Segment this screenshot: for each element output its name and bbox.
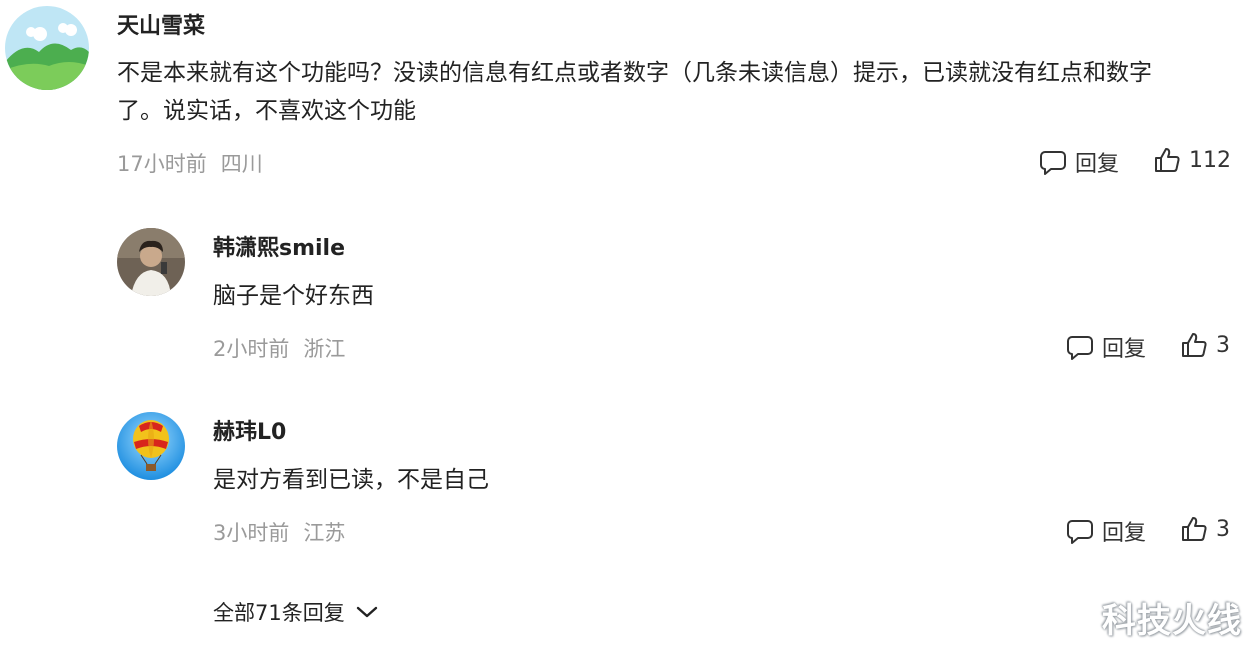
landscape-avatar-icon — [5, 6, 89, 90]
reply-button-label: 回复 — [1075, 152, 1120, 177]
avatar[interactable] — [117, 412, 185, 480]
reply-location: 浙江 — [303, 337, 346, 361]
thumbs-up-icon — [1182, 517, 1207, 541]
reply-username[interactable]: 赫玮L0 — [213, 414, 286, 446]
reply-button[interactable]: 回复 — [1066, 331, 1146, 363]
reply-text: 是对方看到已读，不是自己 — [213, 467, 489, 493]
hot-air-balloon-avatar-icon — [117, 412, 185, 480]
reply-time: 2小时前 — [213, 337, 290, 361]
comment-time: 17小时前 — [117, 152, 207, 176]
chevron-down-icon — [356, 606, 377, 618]
reply-time: 3小时前 — [213, 521, 290, 545]
thumbs-up-icon — [1155, 148, 1180, 172]
reply-button[interactable]: 回复 — [1066, 515, 1146, 547]
show-all-replies-label: 全部71条回复 — [213, 601, 345, 625]
reply-button-label: 回复 — [1102, 337, 1147, 362]
comment-meta: 17小时前 四川 — [117, 148, 263, 178]
comment-location: 四川 — [220, 152, 263, 176]
reply-meta: 2小时前 浙江 — [213, 333, 345, 363]
watermark: 科技火线 — [1102, 601, 1242, 641]
reply-button-label: 回复 — [1102, 521, 1147, 546]
like-count: 3 — [1216, 516, 1230, 542]
reply-meta: 3小时前 江苏 — [213, 517, 345, 547]
avatar[interactable] — [117, 228, 185, 296]
comment-bubble-icon — [1067, 336, 1093, 360]
thumbs-up-icon — [1182, 333, 1207, 357]
like-button[interactable]: 3 — [1180, 515, 1230, 543]
comment-bubble-icon — [1040, 151, 1066, 175]
like-button[interactable]: 112 — [1153, 146, 1231, 174]
avatar[interactable] — [5, 6, 89, 90]
like-count: 112 — [1189, 147, 1231, 173]
comment-text: 不是本来就有这个功能吗？没读的信息有红点或者数字（几条未读信息）提示，已读就没有… — [117, 54, 1242, 130]
reply-username[interactable]: 韩潇熙smile — [213, 230, 345, 262]
show-all-replies-button[interactable]: 全部71条回复 — [213, 597, 379, 627]
comment-username[interactable]: 天山雪菜 — [117, 8, 205, 40]
reply-location: 江苏 — [303, 521, 346, 545]
comment-text-line: 不是本来就有这个功能吗？没读的信息有红点或者数字（几条未读信息）提示，已读就没有… — [117, 60, 1152, 86]
like-count: 3 — [1216, 332, 1230, 358]
comment-bubble-icon — [1067, 520, 1093, 544]
reply-button[interactable]: 回复 — [1039, 146, 1119, 178]
reply-text: 脑子是个好东西 — [213, 283, 374, 309]
like-button[interactable]: 3 — [1180, 331, 1230, 359]
comment-text-line: 了。说实话，不喜欢这个功能 — [117, 98, 416, 124]
person-photo-avatar-icon — [117, 228, 185, 296]
